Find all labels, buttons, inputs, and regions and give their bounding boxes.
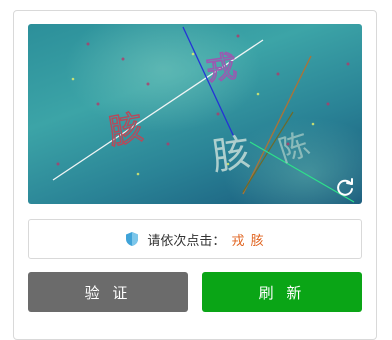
captcha-glyph: 胲 [209,130,253,179]
captcha-glyph: 戎 [204,49,239,88]
captcha-glyph: 胲 [106,108,146,153]
instruction-box: 请依次点击： 戎 胲 [28,219,362,259]
refresh-button[interactable]: 刷 新 [202,272,362,312]
shield-icon [125,231,139,247]
refresh-icon[interactable] [334,176,356,198]
captcha-background: 戎 胲 胲 陈 [52,26,355,203]
captcha-image[interactable]: 戎 胲 胲 陈 [28,24,362,204]
captcha-glyph: 陈 [275,127,314,170]
verify-button[interactable]: 验 证 [28,272,188,312]
target-characters: 戎 胲 [231,233,265,249]
instruction-label: 请依次点击： [147,233,226,249]
